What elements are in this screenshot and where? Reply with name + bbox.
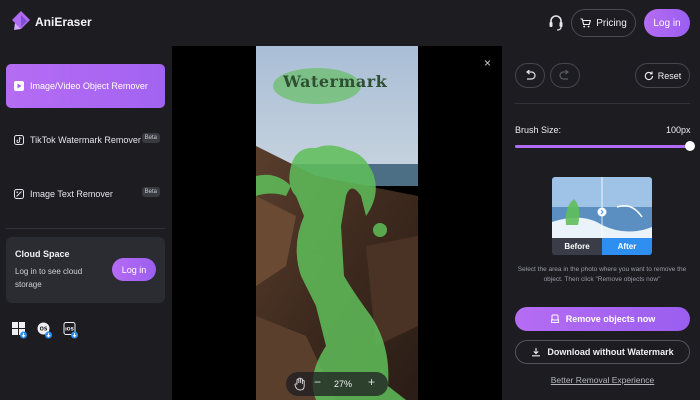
redo-icon	[559, 70, 569, 80]
sidebar-divider	[6, 228, 165, 229]
sidebar-item-label: TikTok Watermark Remover	[30, 135, 141, 145]
svg-text:iOS: iOS	[65, 327, 74, 333]
cloud-space-title: Cloud Space	[15, 249, 70, 259]
brush-size-slider-fill	[515, 145, 690, 148]
play-icon	[14, 81, 24, 91]
download-without-watermark-button[interactable]: Download without Watermark	[515, 340, 690, 364]
undo-icon	[526, 70, 536, 80]
remove-objects-button[interactable]: Remove objects now	[515, 307, 690, 331]
preview-after-label: After	[602, 238, 652, 255]
cloud-space-description: Log in to see cloud storage	[15, 267, 83, 289]
edited-photo[interactable]	[256, 46, 418, 400]
preview-before-label: Before	[552, 238, 602, 255]
beta-badge: Beta	[141, 187, 160, 197]
brush-size-slider-thumb[interactable]	[685, 141, 695, 151]
preview-image	[552, 177, 652, 238]
aniEraser-logo-icon	[12, 11, 30, 30]
before-after-preview: Before After	[552, 177, 652, 255]
download-label: Download without Watermark	[547, 347, 674, 357]
cart-icon	[580, 18, 592, 28]
sidebar-item-image-video-object-remover[interactable]: Image/Video Object Remover	[6, 64, 165, 108]
top-bar: AniEraser Pricing Log in	[0, 0, 700, 46]
panel-divider	[515, 103, 690, 104]
windows-icon[interactable]	[12, 322, 27, 339]
zoom-level: 27%	[334, 379, 353, 389]
brush-size-label: Brush Size:	[515, 125, 562, 135]
zoom-out-button[interactable]: −	[314, 375, 321, 389]
undo-button[interactable]	[515, 63, 545, 88]
cloud-login-button[interactable]: Log in	[112, 258, 156, 281]
brush-size-slider[interactable]	[515, 145, 690, 148]
hand-pan-icon[interactable]	[294, 377, 306, 391]
better-removal-experience-link[interactable]: Better Removal Experience	[515, 375, 690, 385]
zoom-in-button[interactable]: +	[368, 375, 375, 389]
svg-text:OS: OS	[40, 327, 48, 333]
sidebar-item-image-text-remover[interactable]: Image Text Remover Beta	[6, 172, 165, 216]
remove-objects-label: Remove objects now	[565, 314, 656, 324]
pricing-label: Pricing	[596, 17, 627, 29]
eraser-icon	[550, 314, 559, 323]
sidebar-item-tiktok-watermark-remover[interactable]: TikTok Watermark Remover Beta	[6, 118, 165, 162]
reset-label: Reset	[657, 70, 682, 81]
brush-size-value: 100px	[666, 125, 691, 135]
reset-button[interactable]: Reset	[635, 63, 690, 88]
reset-icon	[644, 71, 653, 80]
image-text-icon	[14, 189, 24, 199]
sidebar-item-label: Image Text Remover	[30, 189, 113, 199]
ios-icon[interactable]: iOS	[63, 322, 78, 339]
headset-support-icon[interactable]	[548, 14, 564, 32]
beta-badge: Beta	[141, 133, 160, 143]
header-login-button[interactable]: Log in	[644, 9, 690, 37]
pricing-button[interactable]: Pricing	[571, 9, 636, 37]
watermark-text: Watermark	[283, 72, 388, 91]
macos-icon[interactable]: OS	[37, 322, 52, 339]
app-title: AniEraser	[35, 15, 92, 29]
download-icon	[532, 348, 541, 357]
cloud-space-card: Cloud Space Log in to see cloud storage …	[6, 237, 165, 303]
redo-button[interactable]	[550, 63, 580, 88]
instruction-hint: Select the area in the photo where you w…	[517, 266, 687, 283]
close-icon[interactable]: ×	[484, 56, 494, 70]
sidebar-item-label: Image/Video Object Remover	[30, 81, 148, 91]
tiktok-icon	[14, 135, 24, 145]
zoom-controls: − 27% +	[286, 372, 388, 396]
